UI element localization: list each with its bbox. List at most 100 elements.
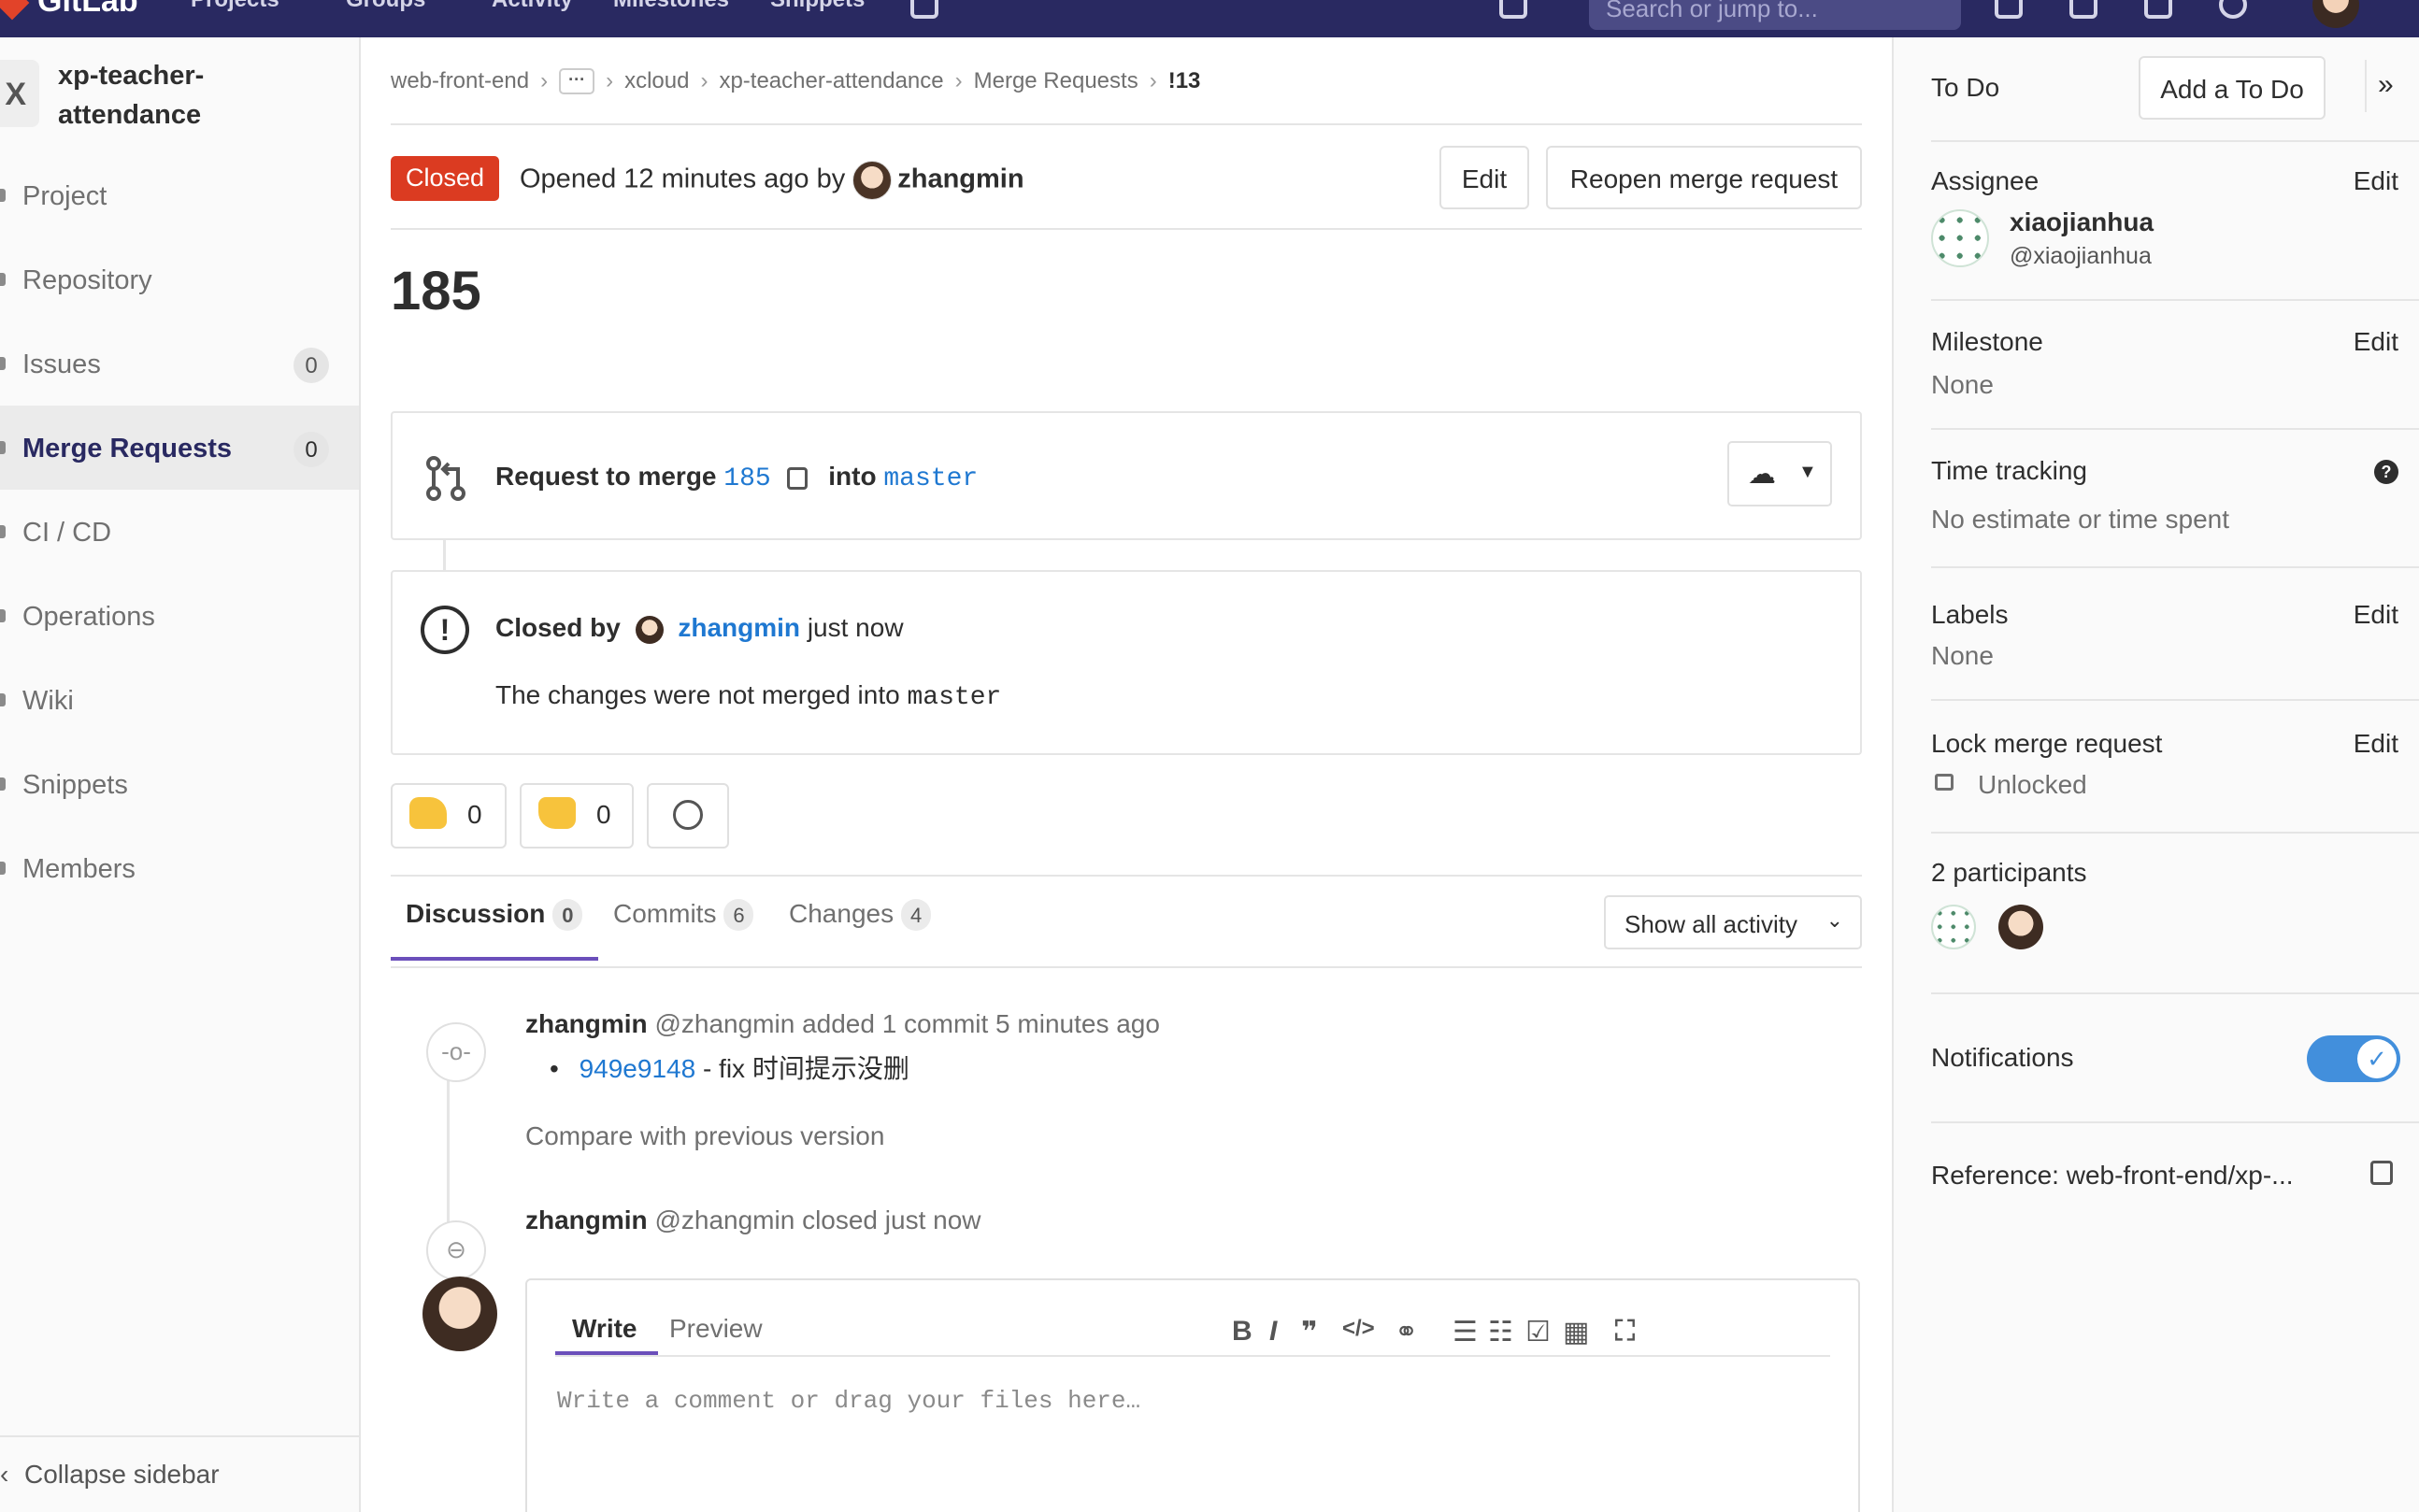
copy-reference-icon[interactable] <box>2370 1161 2393 1185</box>
table-icon[interactable]: ▦ <box>1563 1316 1589 1348</box>
divider <box>391 123 1862 125</box>
sidebar-item-repository[interactable]: Repository <box>0 237 359 321</box>
widget-connector <box>443 540 446 570</box>
divider <box>2365 60 2367 112</box>
closer-avatar[interactable] <box>635 615 664 644</box>
note-author[interactable]: zhangmin <box>525 1009 648 1038</box>
tab-changes[interactable]: Changes 4 <box>789 899 932 931</box>
divider <box>1931 566 2419 568</box>
sidebar-item-merge-requests[interactable]: Merge Requests 0 <box>0 406 359 490</box>
numbered-list-icon[interactable]: ☷ <box>1488 1316 1513 1348</box>
issues-icon[interactable] <box>1995 0 2023 19</box>
collapse-sidebar-label: Collapse sidebar <box>24 1460 220 1489</box>
tab-discussion[interactable]: Discussion 0 <box>406 899 583 931</box>
copy-branch-icon[interactable] <box>787 466 809 490</box>
thumbsup-icon <box>409 796 447 829</box>
bold-icon[interactable]: B <box>1232 1316 1252 1348</box>
sidebar-item-issues[interactable]: Issues 0 <box>0 321 359 406</box>
fullscreen-icon[interactable]: ⛶ <box>1615 1316 1635 1348</box>
alert-circle-icon: ! <box>421 606 469 654</box>
tab-preview[interactable]: Preview <box>669 1314 763 1344</box>
author-name[interactable]: zhangmin <box>897 164 1023 194</box>
sidebar-item-label: CI / CD <box>22 518 112 548</box>
activity-filter-label: Show all activity <box>1625 910 1797 938</box>
gitlab-logo[interactable]: GitLab <box>0 0 138 21</box>
nav-groups[interactable]: Groups <box>346 0 425 13</box>
participant-avatar[interactable] <box>1998 905 2043 949</box>
labels-edit-link[interactable]: Edit <box>2354 600 2398 630</box>
lock-edit-link[interactable]: Edit <box>2354 729 2398 759</box>
breadcrumb-subgroup[interactable]: xcloud <box>624 68 689 94</box>
source-branch-link[interactable]: 185 <box>723 464 770 493</box>
note-author[interactable]: zhangmin <box>525 1205 648 1234</box>
breadcrumb-current[interactable]: !13 <box>1168 68 1201 94</box>
comment-textarea[interactable]: Write a comment or drag your files here… <box>557 1387 1140 1415</box>
sidebar-item-members[interactable]: Members <box>0 826 359 910</box>
merge-requests-icon[interactable] <box>2069 0 2097 19</box>
thumbsdown-award-button[interactable]: 0 <box>520 783 634 849</box>
quote-icon[interactable]: ❞ <box>1301 1316 1318 1348</box>
notifications-toggle[interactable]: ✓ <box>2307 1035 2400 1082</box>
tab-write[interactable]: Write <box>572 1314 637 1344</box>
edit-button[interactable]: Edit <box>1439 146 1529 209</box>
milestone-edit-link[interactable]: Edit <box>2354 327 2398 357</box>
nav-projects[interactable]: Projects <box>191 0 279 13</box>
author-avatar[interactable] <box>852 161 893 200</box>
breadcrumb-project[interactable]: xp-teacher-attendance <box>719 68 943 94</box>
closer-name-link[interactable]: zhangmin <box>678 613 800 642</box>
participant-avatar[interactable] <box>1931 905 1976 949</box>
commit-sha-link[interactable]: 949e9148 <box>580 1054 696 1083</box>
tab-commits[interactable]: Commits 6 <box>613 899 754 931</box>
add-reaction-button[interactable] <box>647 783 729 849</box>
project-sidebar: X xp-teacher-attendance Project Reposito… <box>0 37 361 1512</box>
collapse-sidebar-button[interactable]: ‹ Collapse sidebar <box>0 1435 359 1512</box>
assignee-name[interactable]: xiaojianhua <box>2010 207 2154 237</box>
not-merged-message: The changes were not merged into master <box>495 680 1001 712</box>
breadcrumb-group[interactable]: web-front-end <box>391 68 529 94</box>
activity-filter-dropdown[interactable]: Show all activity ⌄ <box>1604 895 1862 949</box>
breadcrumb-merge-requests[interactable]: Merge Requests <box>974 68 1138 94</box>
cloud-download-icon: ☁ <box>1748 459 1776 490</box>
sidebar-item-snippets[interactable]: Snippets <box>0 742 359 826</box>
current-user-avatar[interactable] <box>422 1277 497 1351</box>
chevron-right-icon: › <box>954 67 963 93</box>
user-avatar[interactable] <box>2312 0 2359 28</box>
project-header[interactable]: X xp-teacher-attendance <box>0 56 361 131</box>
reopen-merge-request-button[interactable]: Reopen merge request <box>1546 146 1862 209</box>
italic-icon[interactable]: I <box>1269 1316 1277 1348</box>
sidebar-item-project[interactable]: Project <box>0 153 359 237</box>
task-list-icon[interactable]: ☑ <box>1525 1316 1551 1348</box>
assignee-username[interactable]: @xiaojianhua <box>2010 243 2152 270</box>
nav-snippets[interactable]: Snippets <box>770 0 865 13</box>
book-icon <box>0 693 6 706</box>
note-text: @zhangmin closed just now <box>654 1205 981 1234</box>
download-dropdown-button[interactable]: ☁ ▼ <box>1727 441 1832 506</box>
help-icon[interactable]: ? <box>2374 460 2398 484</box>
sidebar-item-wiki[interactable]: Wiki <box>0 658 359 742</box>
bullet-list-icon[interactable]: ☰ <box>1453 1316 1478 1348</box>
compare-previous-version-link[interactable]: Compare with previous version <box>525 1121 884 1151</box>
todos-icon[interactable] <box>2144 0 2172 19</box>
thumbsup-award-button[interactable]: 0 <box>391 783 507 849</box>
sidebar-item-operations[interactable]: Operations <box>0 574 359 658</box>
nav-activity[interactable]: Activity <box>492 0 573 13</box>
code-icon[interactable]: </> <box>1342 1316 1375 1342</box>
expand-sidebar-icon[interactable]: » <box>2378 69 2394 101</box>
add-todo-button[interactable]: Add a To Do <box>2139 56 2326 120</box>
assignee-avatar[interactable] <box>1931 209 1989 267</box>
sidebar-item-label: Operations <box>22 602 155 632</box>
doc-icon <box>0 273 6 286</box>
target-branch-link[interactable]: master <box>883 464 978 493</box>
chart-icon[interactable] <box>910 0 938 19</box>
assignee-edit-link[interactable]: Edit <box>2354 166 2398 196</box>
opened-by-line: Opened 12 minutes ago by zhangmin <box>520 161 1024 200</box>
help-icon[interactable] <box>2219 0 2247 19</box>
sidebar-item-ci-cd[interactable]: CI / CD <box>0 490 359 574</box>
breadcrumb-more-button[interactable]: ··· <box>559 67 595 94</box>
nav-milestones[interactable]: Milestones <box>613 0 729 13</box>
link-icon[interactable]: ⚭ <box>1395 1316 1418 1348</box>
search-input[interactable]: Search or jump to... <box>1589 0 1961 30</box>
plus-icon[interactable] <box>1499 0 1527 19</box>
closed-by-text: Closed by <box>495 613 621 642</box>
merge-request-widget: Request to merge 185 into master ☁ ▼ <box>391 411 1862 540</box>
